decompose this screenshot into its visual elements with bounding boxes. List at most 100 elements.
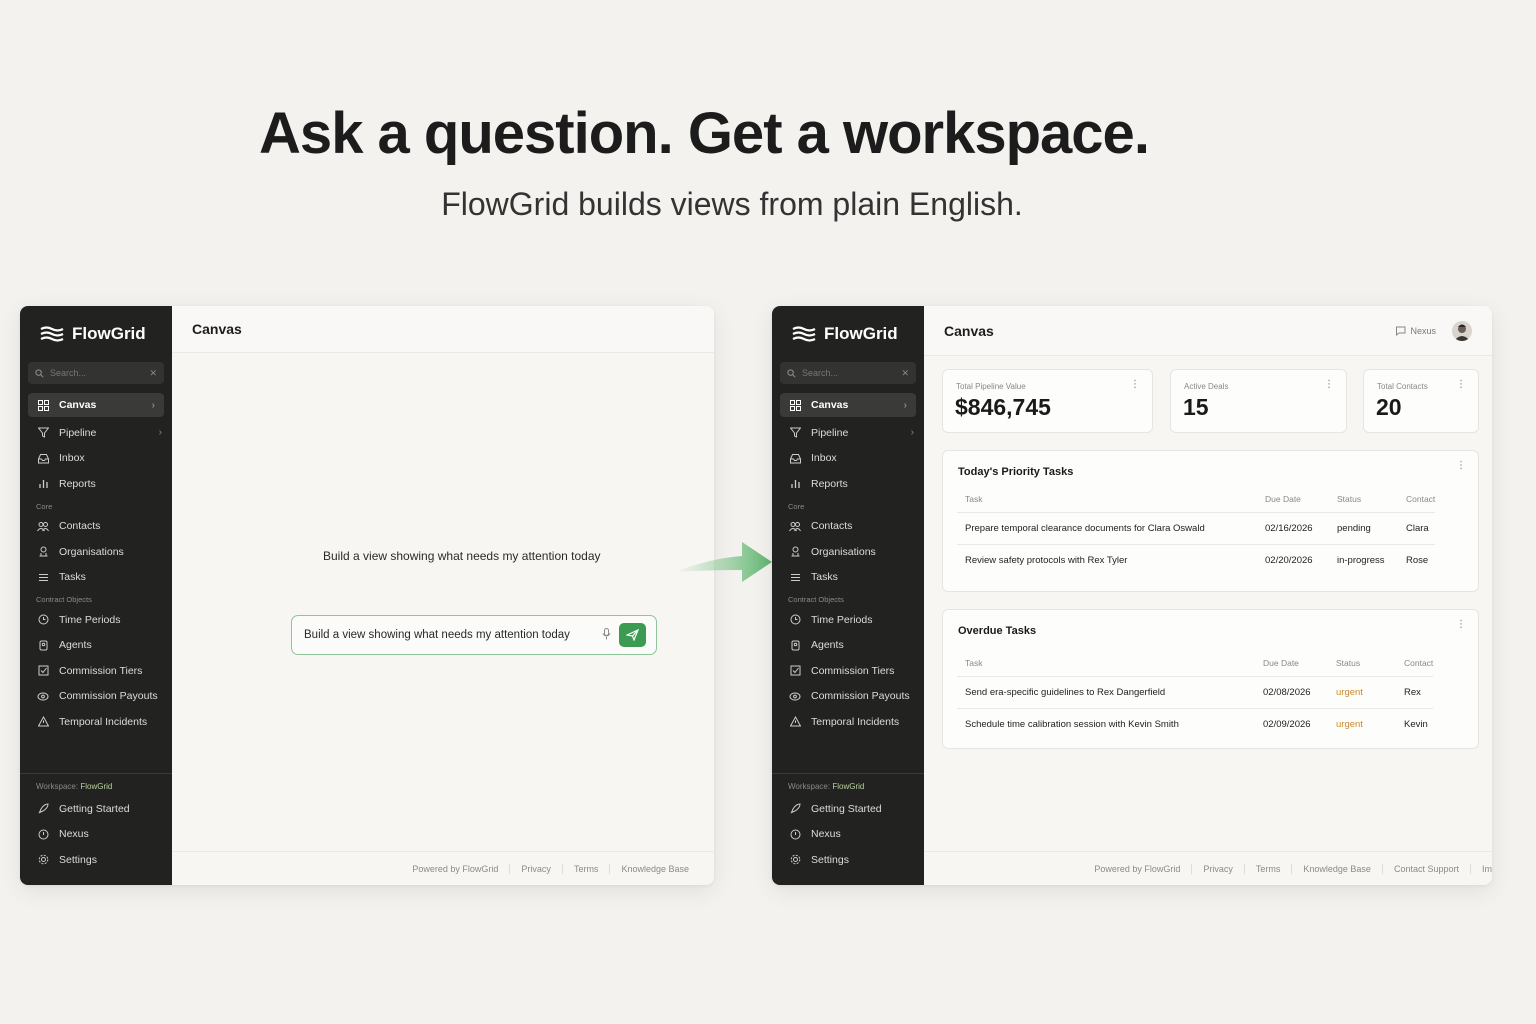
sidebar-item-canvas[interactable]: Canvas ›	[28, 393, 164, 417]
sidebar-item-agents[interactable]: Agents	[20, 633, 172, 659]
sidebar-item-tasks[interactable]: Tasks	[772, 565, 924, 591]
sidebar-item-temporal-incidents[interactable]: Temporal Incidents	[20, 709, 172, 735]
topbar: Canvas Nexus	[924, 306, 1492, 356]
search-input[interactable]: Search... ✕	[780, 362, 916, 384]
section-label-core: Core	[788, 501, 805, 511]
primary-nav: Canvas › Pipeline › Inbox Reports	[772, 393, 924, 497]
sidebar-item-reports[interactable]: Reports	[20, 471, 172, 497]
close-icon[interactable]: ✕	[149, 368, 157, 379]
sidebar-item-nexus[interactable]: Nexus	[772, 822, 924, 848]
footer-powered[interactable]: Powered by FlowGrid	[1083, 864, 1191, 874]
filter-icon	[789, 427, 801, 439]
search-input[interactable]: Search... ✕	[28, 362, 164, 384]
sidebar-item-label: Pipeline	[811, 426, 849, 439]
footer-privacy[interactable]: Privacy	[510, 864, 562, 874]
left-app-window: FlowGrid Search... ✕ Canvas › Pipeline ›…	[20, 306, 714, 885]
search-placeholder: Search...	[802, 368, 839, 378]
sidebar-item-agents[interactable]: Agents	[772, 633, 924, 659]
footer-contact-support[interactable]: Contact Support	[1383, 864, 1470, 874]
contacts-icon	[37, 520, 49, 532]
sidebar-item-commission-payouts[interactable]: Commission Payouts	[20, 684, 172, 710]
sidebar-item-organisations[interactable]: Organisations	[772, 539, 924, 565]
table-header-row: Task Due Date Status Contact	[957, 650, 1434, 677]
sidebar-bottom: Workspace: FlowGrid Getting Started Nexu…	[772, 773, 924, 885]
sidebar-item-commission-tiers[interactable]: Commission Tiers	[20, 658, 172, 684]
sidebar-item-time-periods[interactable]: Time Periods	[772, 607, 924, 633]
sidebar-item-contacts[interactable]: Contacts	[20, 514, 172, 540]
sidebar-item-temporal-incidents[interactable]: Temporal Incidents	[772, 709, 924, 735]
table-row[interactable]: Send era-specific guidelines to Rex Dang…	[957, 676, 1434, 709]
right-app-window: FlowGrid Search... ✕ Canvas › Pipeline ›…	[772, 306, 1492, 885]
sidebar-item-canvas[interactable]: Canvas ›	[780, 393, 916, 417]
sidebar-item-contacts[interactable]: Contacts	[772, 514, 924, 540]
more-vertical-icon[interactable]: ⋮	[1324, 380, 1334, 390]
contact-cell: Rex	[1396, 676, 1434, 709]
nexus-button[interactable]: Nexus	[1395, 326, 1436, 336]
sidebar-item-label: Settings	[811, 853, 849, 866]
sidebar-item-organisations[interactable]: Organisations	[20, 539, 172, 565]
table-row[interactable]: Review safety protocols with Rex Tyler 0…	[957, 544, 1435, 576]
bar-chart-icon	[37, 478, 49, 490]
more-vertical-icon[interactable]: ⋮	[1456, 620, 1466, 630]
sidebar-item-getting-started[interactable]: Getting Started	[772, 796, 924, 822]
agent-icon	[789, 639, 801, 651]
footer-knowledge-base[interactable]: Knowledge Base	[610, 864, 700, 874]
column-header[interactable]: Task	[957, 650, 1255, 677]
table-row[interactable]: Prepare temporal clearance documents for…	[957, 512, 1436, 545]
sidebar: FlowGrid Search... ✕ Canvas › Pipeline ›…	[20, 306, 172, 885]
send-button[interactable]	[619, 623, 646, 647]
footer-knowledge-base[interactable]: Knowledge Base	[1292, 864, 1382, 874]
brand[interactable]: FlowGrid	[772, 306, 924, 362]
column-header[interactable]: Status	[1328, 650, 1396, 677]
sidebar-item-settings[interactable]: Settings	[772, 847, 924, 873]
workspace-name: FlowGrid	[832, 782, 865, 791]
sidebar-item-commission-payouts[interactable]: Commission Payouts	[772, 684, 924, 710]
due-date-cell: 02/16/2026	[1257, 512, 1329, 545]
prompt-input[interactable]: Build a view showing what needs my atten…	[291, 615, 657, 655]
column-header[interactable]: Contact	[1396, 650, 1434, 677]
more-vertical-icon[interactable]: ⋮	[1456, 380, 1466, 390]
sidebar-item-getting-started[interactable]: Getting Started	[20, 796, 172, 822]
task-cell: Prepare temporal clearance documents for…	[957, 512, 1257, 545]
footer-truncated-link[interactable]: Im	[1471, 864, 1492, 874]
flowgrid-logo-icon	[40, 326, 64, 342]
column-header[interactable]: Due Date	[1257, 486, 1329, 513]
avatar[interactable]	[1452, 320, 1472, 341]
column-header[interactable]: Contact	[1398, 486, 1436, 513]
more-vertical-icon[interactable]: ⋮	[1130, 380, 1140, 390]
contact-cell: Clara	[1398, 512, 1436, 545]
sidebar-item-pipeline[interactable]: Pipeline ›	[772, 420, 924, 446]
main-area: Canvas Nexus Total Pipeline Value $846,7…	[924, 306, 1492, 885]
sidebar-item-reports[interactable]: Reports	[772, 471, 924, 497]
warning-icon	[789, 716, 801, 728]
column-header[interactable]: Task	[957, 486, 1257, 513]
footer-terms[interactable]: Terms	[563, 864, 610, 874]
kpi-card-active-deals: Active Deals 15 ⋮	[1170, 369, 1347, 433]
sidebar-item-label: Inbox	[59, 452, 85, 465]
sidebar-item-nexus[interactable]: Nexus	[20, 822, 172, 848]
kpi-value: $846,745	[955, 394, 1051, 420]
list-icon	[37, 571, 49, 583]
column-header[interactable]: Due Date	[1255, 650, 1328, 677]
footer-powered[interactable]: Powered by FlowGrid	[401, 864, 509, 874]
footer-terms[interactable]: Terms	[1245, 864, 1292, 874]
sidebar-item-pipeline[interactable]: Pipeline ›	[20, 420, 172, 446]
table-row[interactable]: Schedule time calibration session with K…	[957, 708, 1433, 740]
footer: Powered by FlowGrid Privacy Terms Knowle…	[172, 851, 714, 885]
sidebar-item-tasks[interactable]: Tasks	[20, 565, 172, 591]
sidebar-item-time-periods[interactable]: Time Periods	[20, 607, 172, 633]
nexus-icon	[37, 828, 49, 840]
sidebar-item-inbox[interactable]: Inbox	[20, 446, 172, 472]
sidebar-item-settings[interactable]: Settings	[20, 847, 172, 873]
brand[interactable]: FlowGrid	[20, 306, 172, 362]
due-date-cell: 02/08/2026	[1255, 676, 1328, 709]
list-icon	[789, 571, 801, 583]
sidebar-item-inbox[interactable]: Inbox	[772, 446, 924, 472]
kpi-label: Active Deals	[1184, 382, 1229, 391]
more-vertical-icon[interactable]: ⋮	[1456, 461, 1466, 471]
sidebar-item-commission-tiers[interactable]: Commission Tiers	[772, 658, 924, 684]
footer-privacy[interactable]: Privacy	[1192, 864, 1244, 874]
column-header[interactable]: Status	[1329, 486, 1398, 513]
microphone-icon[interactable]	[602, 627, 611, 643]
close-icon[interactable]: ✕	[901, 368, 909, 379]
